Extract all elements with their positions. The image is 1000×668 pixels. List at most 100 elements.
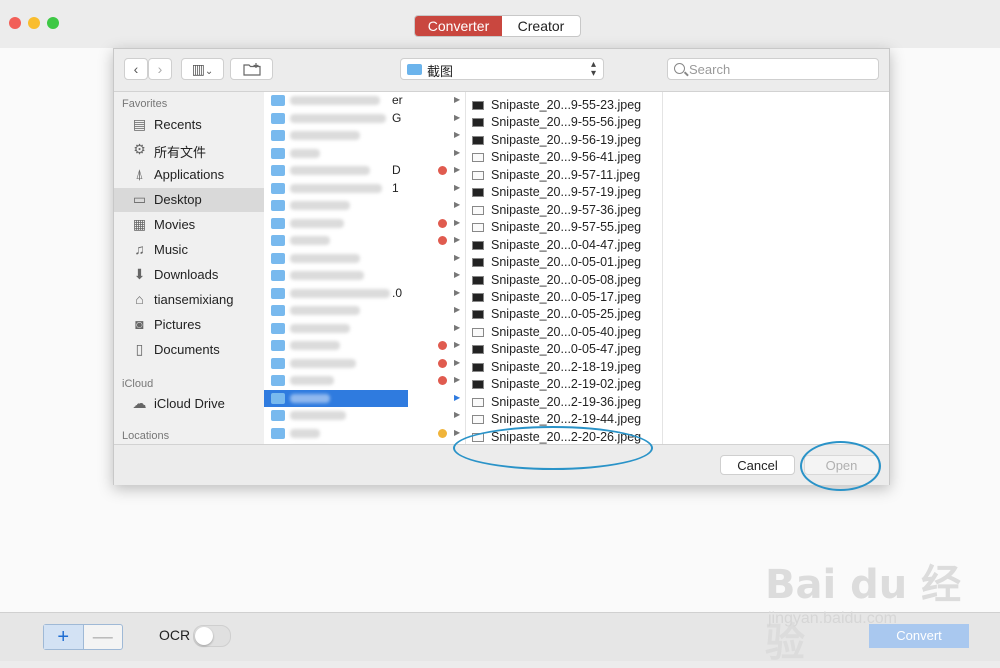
file-row[interactable]: Snipaste_20...9-56-41.jpeg bbox=[466, 149, 662, 166]
file-row[interactable]: Snipaste_20...2-19-02.jpeg bbox=[466, 376, 662, 393]
disclosure-arrow-icon: ▶ bbox=[454, 322, 461, 332]
sidebar-item-desktop[interactable]: ▭ Desktop bbox=[114, 188, 264, 212]
view-mode-button[interactable]: ▥⌄ bbox=[181, 58, 224, 80]
annotation-ellipse-file bbox=[453, 426, 653, 470]
file-row[interactable]: Snipaste_20...9-57-11.jpeg bbox=[466, 167, 662, 184]
sidebar-section-icloud: iCloud bbox=[122, 378, 154, 390]
folder-row[interactable]: er bbox=[264, 92, 408, 109]
file-row[interactable]: Snipaste_20...9-55-56.jpeg bbox=[466, 114, 662, 131]
disclosure-arrow-icon: ▶ bbox=[454, 375, 461, 384]
zoom-window-button[interactable] bbox=[47, 17, 59, 29]
folder-row[interactable]: D bbox=[264, 162, 408, 179]
file-row[interactable]: Snipaste_20...0-05-01.jpeg bbox=[466, 254, 662, 271]
folder-row[interactable] bbox=[264, 215, 408, 232]
search-icon bbox=[674, 63, 685, 74]
folder-row[interactable] bbox=[264, 407, 408, 424]
search-field[interactable]: Search bbox=[667, 58, 879, 80]
file-row[interactable]: Snipaste_20...0-05-40.jpeg bbox=[466, 324, 662, 341]
folder-row[interactable] bbox=[264, 320, 408, 337]
folder-row[interactable] bbox=[264, 425, 408, 442]
folder-icon bbox=[271, 200, 285, 211]
blurred-folder-name bbox=[290, 148, 320, 158]
file-row[interactable]: Snipaste_20...9-57-19.jpeg bbox=[466, 184, 662, 201]
image-thumbnail-icon bbox=[472, 415, 484, 425]
sidebar-item-downloads[interactable]: ⬇ Downloads bbox=[114, 263, 264, 287]
disclosure-arrow-icon: ▶ bbox=[454, 287, 461, 297]
blurred-folder-name bbox=[290, 428, 320, 438]
file-row[interactable]: Snipaste_20...2-19-36.jpeg bbox=[466, 394, 662, 411]
chevron-right-icon: › bbox=[157, 61, 163, 77]
close-window-button[interactable] bbox=[9, 17, 21, 29]
folder-row[interactable]: .0 bbox=[264, 285, 408, 302]
add-button[interactable]: + bbox=[44, 625, 83, 649]
folder-row[interactable] bbox=[264, 302, 408, 319]
file-name: Snipaste_20...9-57-11.jpeg bbox=[491, 167, 641, 182]
tab-creator[interactable]: Creator bbox=[502, 16, 580, 36]
folder-name-suffix: er bbox=[392, 93, 403, 107]
forward-button[interactable]: › bbox=[148, 58, 172, 80]
folder-name-suffix: .0 bbox=[392, 285, 403, 300]
file-row[interactable]: Snipaste_20...0-05-08.jpeg bbox=[466, 272, 662, 289]
sidebar-item-all-files[interactable]: ⚙ 所有文件 bbox=[114, 138, 264, 162]
disclosure-arrow-icon: ▶ bbox=[454, 270, 461, 279]
image-thumbnail-icon bbox=[472, 345, 484, 355]
file-name: Snipaste_20...9-55-56.jpeg bbox=[491, 115, 642, 130]
file-row[interactable]: Snipaste_20...9-57-36.jpeg bbox=[466, 202, 662, 219]
blurred-folder-name bbox=[290, 201, 350, 210]
baidu-watermark: Bai du 经验 jingyan.baidu.com bbox=[765, 552, 995, 666]
sidebar-item-movies[interactable]: ▦ Movies bbox=[114, 213, 264, 237]
file-row[interactable]: Snipaste_20...0-05-25.jpeg bbox=[466, 306, 662, 323]
ocr-toggle[interactable] bbox=[193, 625, 231, 647]
sidebar-item-label: Movies bbox=[154, 217, 196, 232]
file-row[interactable]: Snipaste_20...9-56-19.jpeg bbox=[466, 132, 662, 149]
folder-row[interactable]: G bbox=[264, 110, 408, 127]
new-folder-button[interactable] bbox=[230, 58, 273, 80]
back-button[interactable]: ‹ bbox=[124, 58, 148, 80]
sidebar-item-home[interactable]: ⌂ tiansemixiang bbox=[114, 288, 264, 312]
annotation-ellipse-open bbox=[800, 441, 881, 491]
sidebar-section-locations: Locations bbox=[122, 430, 170, 442]
file-row[interactable]: Snipaste_20...9-57-55.jpeg bbox=[466, 219, 662, 236]
folder-icon bbox=[271, 270, 285, 281]
image-thumbnail-icon bbox=[472, 258, 484, 268]
sidebar-item-documents[interactable]: ▯ Documents bbox=[114, 338, 264, 362]
folder-row[interactable] bbox=[264, 267, 408, 284]
tab-converter[interactable]: Converter bbox=[415, 16, 502, 36]
sidebar-item-pictures[interactable]: ◙ Pictures bbox=[114, 313, 264, 337]
cancel-button[interactable]: Cancel bbox=[720, 455, 795, 475]
disclosure-arrow-icon: ▶ bbox=[454, 427, 461, 437]
folder-row-selected[interactable] bbox=[264, 389, 408, 407]
file-name: Snipaste_20...0-05-17.jpeg bbox=[491, 289, 642, 304]
sidebar-item-icloud-drive[interactable]: ☁ iCloud Drive bbox=[114, 392, 264, 416]
folder-row[interactable] bbox=[264, 197, 408, 214]
remove-button[interactable]: — bbox=[82, 625, 123, 649]
file-name: Snipaste_20...0-05-25.jpeg bbox=[491, 307, 642, 322]
disclosure-arrow-icon: ▶ bbox=[454, 235, 461, 244]
folder-row[interactable] bbox=[264, 232, 408, 249]
folder-row[interactable] bbox=[264, 372, 408, 389]
folder-row[interactable]: 1 bbox=[264, 180, 408, 197]
sidebar-item-music[interactable]: ♫ Music bbox=[114, 238, 264, 262]
file-name: Snipaste_20...2-19-36.jpeg bbox=[491, 394, 642, 409]
folder-row[interactable] bbox=[264, 337, 408, 354]
file-name: Snipaste_20...0-05-40.jpeg bbox=[491, 324, 642, 339]
file-name: Snipaste_20...9-57-36.jpeg bbox=[491, 202, 642, 217]
folder-row[interactable] bbox=[264, 145, 408, 162]
disclosure-arrow-icon: ▶ bbox=[454, 357, 461, 367]
folder-row[interactable] bbox=[264, 127, 408, 144]
folder-icon bbox=[271, 322, 285, 334]
path-popup[interactable]: 截图 ▴ ▾ bbox=[400, 58, 604, 80]
file-row[interactable]: Snipaste_20...0-05-47.jpeg bbox=[466, 341, 662, 358]
minimize-window-button[interactable] bbox=[28, 17, 40, 29]
open-file-dialog: ‹ › ▥⌄ 截图 ▴ ▾ Search Favorites ▤ Recents ⚙… bbox=[113, 48, 890, 485]
folder-row[interactable] bbox=[264, 355, 408, 372]
file-row[interactable]: Snipaste_20...2-18-19.jpeg bbox=[466, 359, 662, 376]
file-row[interactable]: Snipaste_20...9-55-23.jpeg bbox=[466, 97, 662, 114]
folder-row[interactable] bbox=[264, 250, 408, 267]
disclosure-arrow-icon: ▶ bbox=[454, 305, 461, 314]
sidebar-item-applications[interactable]: ⍋ Applications bbox=[114, 163, 264, 187]
file-row[interactable]: Snipaste_20...0-05-17.jpeg bbox=[466, 289, 662, 306]
sidebar-item-recents[interactable]: ▤ Recents bbox=[114, 113, 264, 137]
documents-icon: ▯ bbox=[135, 341, 144, 357]
file-row[interactable]: Snipaste_20...0-04-47.jpeg bbox=[466, 237, 662, 254]
